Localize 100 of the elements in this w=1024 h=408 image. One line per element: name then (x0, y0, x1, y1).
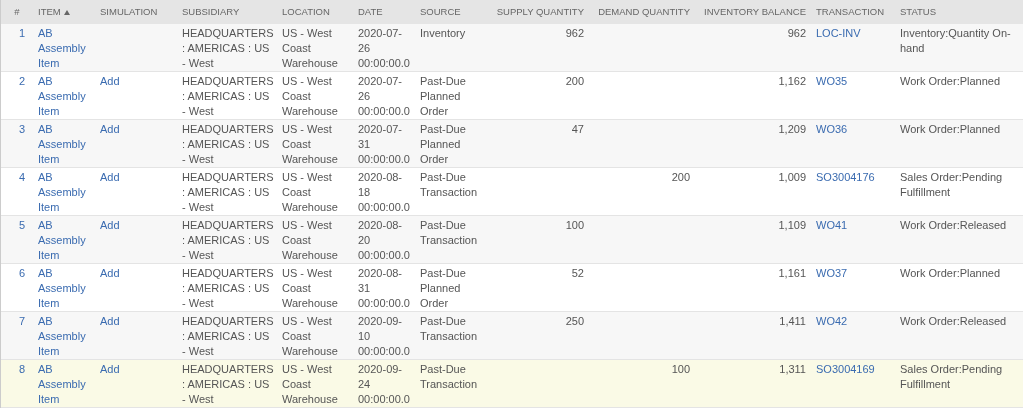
status-cell-text: Work Order:Planned (900, 74, 1002, 89)
location-cell-text: US - West Coast Warehouse (282, 218, 339, 263)
location-cell-text: US - West Coast Warehouse (282, 266, 339, 311)
subsidiary-cell: HEADQUARTERS : AMERICAS : US - West (182, 170, 272, 215)
transaction-link[interactable]: WO37 (816, 266, 890, 281)
row-number-link[interactable]: 1 (19, 26, 33, 41)
subsidiary-cell: HEADQUARTERS : AMERICAS : US - West (182, 314, 272, 359)
item-link[interactable]: AB Assembly Item (38, 218, 90, 263)
transaction-link[interactable]: SO3004169 (816, 362, 890, 377)
supply-quantity-cell-text: 47 (570, 122, 584, 137)
demand-quantity-cell-text: 200 (670, 170, 690, 185)
add-link[interactable]: Add (100, 266, 172, 281)
column-header[interactable]: ITEM (33, 0, 95, 24)
subsidiary-cell: HEADQUARTERS : AMERICAS : US - West (182, 218, 272, 263)
column-header[interactable]: SUPPLY QUANTITY (489, 0, 589, 24)
item-link[interactable]: AB Assembly Item (38, 74, 90, 119)
column-header[interactable]: DATE (353, 0, 415, 24)
column-header[interactable]: STATUS (895, 0, 1023, 24)
transaction-link[interactable]: LOC-INV (816, 26, 890, 41)
item-link[interactable]: AB Assembly Item (38, 170, 90, 215)
source-cell-text: Past-Due Transaction (420, 218, 479, 248)
inventory-balance-cell-text: 962 (786, 26, 806, 41)
row-number-link[interactable]: 7 (19, 314, 33, 329)
column-header[interactable]: # (1, 0, 33, 24)
column-header[interactable]: SOURCE (415, 0, 489, 24)
row-number-link[interactable]: 4 (19, 170, 33, 185)
supply-quantity-cell-text: 100 (564, 218, 584, 233)
subsidiary-cell: HEADQUARTERS : AMERICAS : US - West (182, 26, 272, 71)
supply-quantity-cell-text: 962 (564, 26, 584, 41)
transaction-link[interactable]: WO42 (816, 314, 890, 329)
location-cell-text: US - West Coast Warehouse (282, 26, 339, 71)
transaction-link[interactable]: WO36 (816, 122, 890, 137)
location-cell-text: US - West Coast Warehouse (282, 122, 339, 167)
item-link[interactable]: AB Assembly Item (38, 266, 90, 311)
inventory-balance-cell-text: 1,162 (777, 74, 806, 89)
item-link[interactable]: AB Assembly Item (38, 314, 90, 359)
date-cell: 2020-08-18 00:00:00.0 (358, 170, 410, 215)
item-link[interactable]: AB Assembly Item (38, 26, 90, 71)
demand-quantity-cell-text: 100 (670, 362, 690, 377)
status-cell-text: Work Order:Planned (900, 122, 1002, 137)
subsidiary-cell: HEADQUARTERS : AMERICAS : US - West (182, 122, 272, 167)
status-cell-text: Sales Order:Pending Fulfillment (900, 362, 1004, 392)
item-link[interactable]: AB Assembly Item (38, 122, 90, 167)
status-cell-text: Work Order:Released (900, 218, 1008, 233)
add-link[interactable]: Add (100, 170, 172, 185)
add-link[interactable]: Add (100, 74, 172, 89)
item-link[interactable]: AB Assembly Item (38, 362, 90, 407)
inventory-balance-cell-text: 1,009 (777, 170, 806, 185)
add-link[interactable]: Add (100, 218, 172, 233)
source-cell-text: Past-Due Transaction (420, 170, 479, 200)
transaction-link[interactable]: WO35 (816, 74, 890, 89)
source-cell-text: Past-Due Transaction (420, 314, 479, 344)
column-header[interactable]: DEMAND QUANTITY (589, 0, 695, 24)
date-cell: 2020-07-31 00:00:00.0 (358, 122, 410, 167)
add-link[interactable]: Add (100, 122, 172, 137)
column-header[interactable]: TRANSACTION (811, 0, 895, 24)
date-cell: 2020-09-24 00:00:00.0 (358, 362, 410, 407)
row-number-link[interactable]: 8 (19, 362, 33, 377)
date-cell: 2020-09-10 00:00:00.0 (358, 314, 410, 359)
row-number-link[interactable]: 5 (19, 218, 33, 233)
location-cell-text: US - West Coast Warehouse (282, 170, 339, 215)
transaction-link[interactable]: WO41 (816, 218, 890, 233)
inventory-balance-cell-text: 1,209 (777, 122, 806, 137)
location-cell-text: US - West Coast Warehouse (282, 362, 339, 407)
date-cell: 2020-07-26 00:00:00.0 (358, 26, 410, 71)
status-cell-text: Inventory:Quantity On-hand (900, 26, 1012, 56)
column-header[interactable]: LOCATION (277, 0, 353, 24)
supply-quantity-cell-text: 52 (570, 266, 584, 281)
column-header[interactable]: INVENTORY BALANCE (695, 0, 811, 24)
column-header[interactable]: SIMULATION (95, 0, 177, 24)
source-cell-text: Past-Due Planned Order (420, 266, 467, 311)
transaction-link[interactable]: SO3004176 (816, 170, 890, 185)
add-link[interactable]: Add (100, 362, 172, 377)
subsidiary-cell: HEADQUARTERS : AMERICAS : US - West (182, 362, 272, 407)
date-cell: 2020-08-20 00:00:00.0 (358, 218, 410, 263)
row-number-link[interactable]: 6 (19, 266, 33, 281)
inventory-balance-cell-text: 1,109 (777, 218, 806, 233)
date-cell: 2020-07-26 00:00:00.0 (358, 74, 410, 119)
date-cell: 2020-08-31 00:00:00.0 (358, 266, 410, 311)
row-number-link[interactable]: 2 (19, 74, 33, 89)
status-cell-text: Work Order:Released (900, 314, 1008, 329)
subsidiary-cell: HEADQUARTERS : AMERICAS : US - West (182, 74, 272, 119)
source-cell-text: Past-Due Transaction (420, 362, 479, 392)
location-cell-text: US - West Coast Warehouse (282, 314, 339, 359)
location-cell-text: US - West Coast Warehouse (282, 74, 339, 119)
inventory-balance-cell-text: 1,161 (777, 266, 806, 281)
supply-quantity-cell-text: 200 (564, 74, 584, 89)
source-cell-text: Past-Due Planned Order (420, 74, 467, 119)
source-cell-text: Inventory (420, 26, 467, 41)
sort-ascending-icon (63, 9, 70, 15)
inventory-balance-cell-text: 1,311 (778, 362, 806, 377)
status-cell-text: Work Order:Planned (900, 266, 1002, 281)
column-header[interactable]: SUBSIDIARY (177, 0, 277, 24)
add-link[interactable]: Add (100, 314, 172, 329)
inventory-balance-cell-text: 1,411 (778, 314, 806, 329)
status-cell-text: Sales Order:Pending Fulfillment (900, 170, 1004, 200)
supply-quantity-cell-text: 250 (564, 314, 584, 329)
subsidiary-cell: HEADQUARTERS : AMERICAS : US - West (182, 266, 272, 311)
source-cell-text: Past-Due Planned Order (420, 122, 467, 167)
row-number-link[interactable]: 3 (19, 122, 33, 137)
